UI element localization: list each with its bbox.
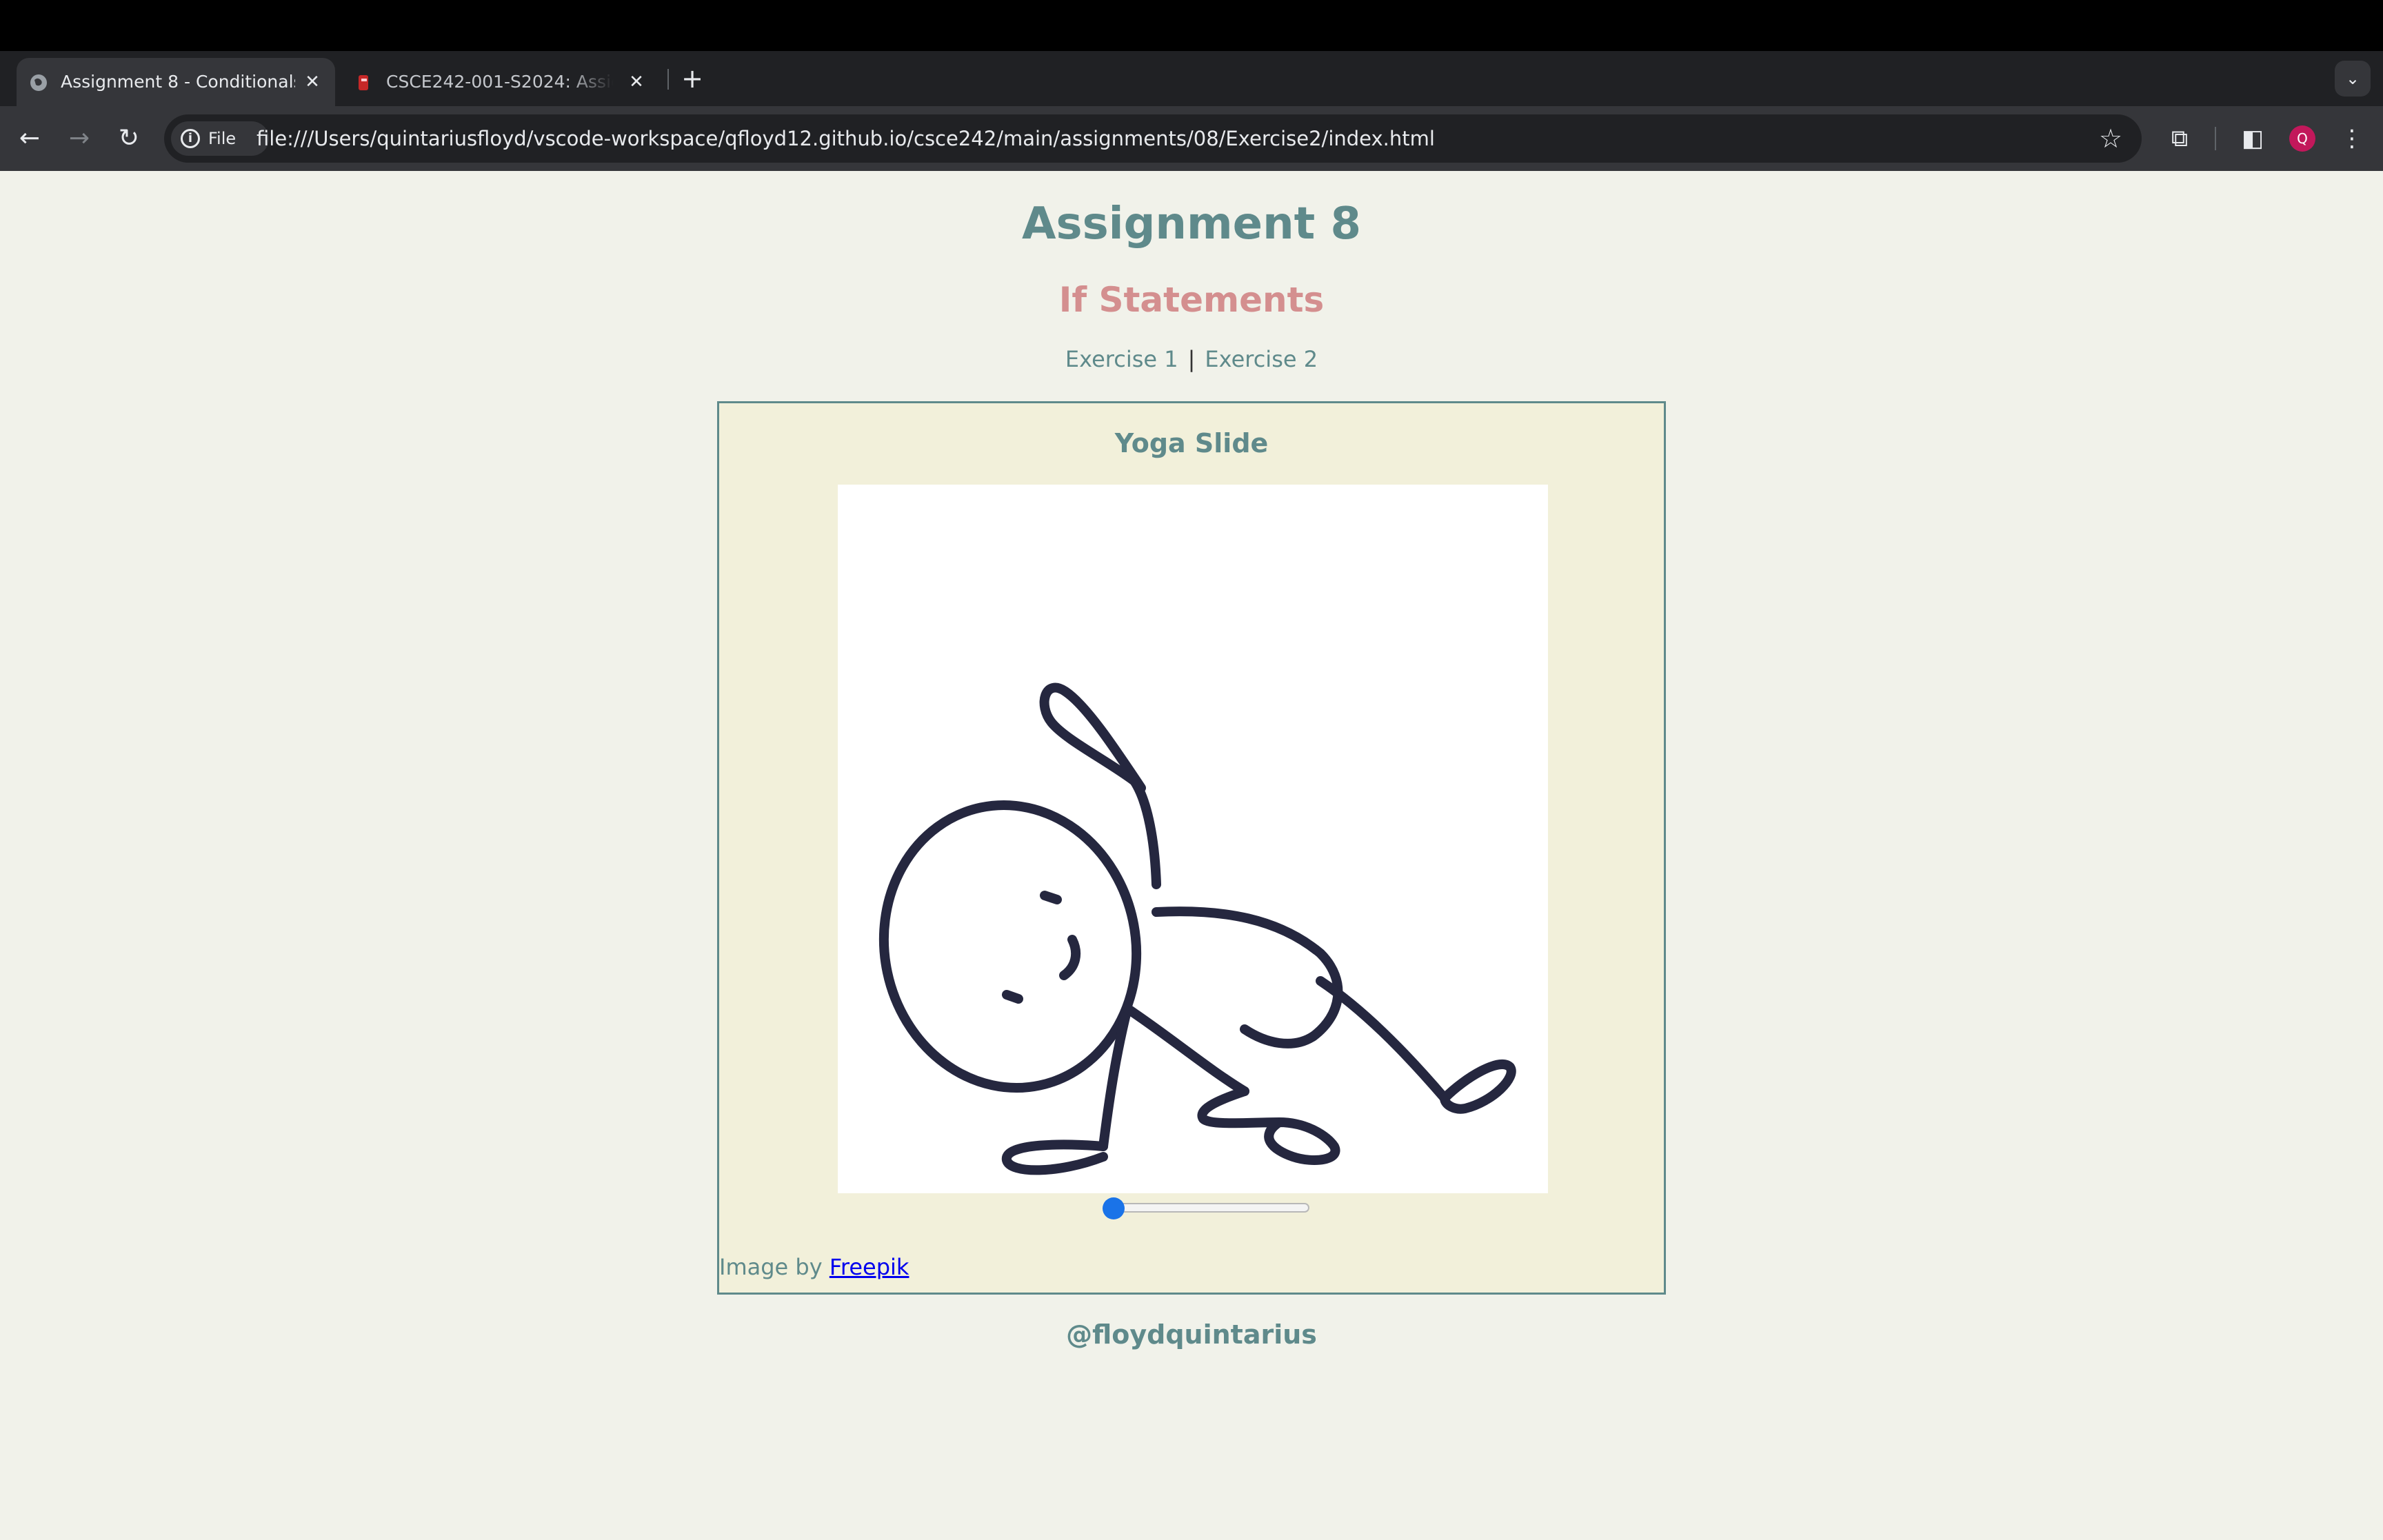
side-panel-icon[interactable]: ◧ xyxy=(2234,120,2271,157)
tab-strip: Assignment 8 - Conditionals ✕ CSCE242-00… xyxy=(0,51,2383,106)
system-top-bar xyxy=(0,0,2383,51)
back-icon[interactable]: ← xyxy=(11,120,48,157)
nav-link-exercise-1[interactable]: Exercise 1 xyxy=(1065,346,1178,372)
nav-link-exercise-2[interactable]: Exercise 2 xyxy=(1205,346,1318,372)
menu-kebab-icon[interactable]: ⋮ xyxy=(2333,120,2371,157)
globe-icon xyxy=(30,74,47,91)
nav-separator: | xyxy=(1187,346,1196,372)
profile-avatar[interactable]: Q xyxy=(2289,125,2315,152)
footer-handle: @floydquintarius xyxy=(1066,1319,1317,1350)
tab-assignment-8[interactable]: Assignment 8 - Conditionals ✕ xyxy=(17,58,335,106)
tab-title: CSCE242-001-S2024: Assignment xyxy=(386,72,614,92)
yoga-slider-thumb[interactable] xyxy=(1103,1197,1125,1219)
toolbar-divider xyxy=(2215,127,2216,150)
stick-figure-yoga-icon xyxy=(878,682,1516,1175)
yoga-slider-track[interactable] xyxy=(1114,1203,1309,1213)
reload-icon[interactable]: ↻ xyxy=(110,120,148,157)
web-page: Assignment 8 If Statements Exercise 1 | Ex… xyxy=(0,171,2383,1540)
tab-title: Assignment 8 - Conditionals xyxy=(61,72,295,92)
site-info-label: File xyxy=(208,129,237,148)
extensions-icon[interactable]: ⧉ xyxy=(2161,120,2198,157)
tab-search-icon[interactable]: ⌄ xyxy=(2335,61,2371,97)
page-title: Assignment 8 xyxy=(1021,199,1362,250)
freepik-link[interactable]: Freepik xyxy=(829,1254,909,1280)
url-text[interactable]: file:///Users/quintariusfloyd/vscode-wor… xyxy=(257,114,2049,163)
close-tab-icon[interactable]: ✕ xyxy=(625,70,648,94)
browser-toolbar: ← → ↻ i File file:///Users/quintariusflo… xyxy=(0,106,2383,171)
close-tab-icon[interactable]: ✕ xyxy=(301,70,324,94)
address-bar[interactable]: i File file:///Users/quintariusfloyd/vsc… xyxy=(164,114,2142,163)
yoga-image xyxy=(838,485,1548,1193)
site-info-chip[interactable]: i File xyxy=(171,121,269,156)
page-subtitle: If Statements xyxy=(1058,280,1325,320)
forward-icon[interactable]: → xyxy=(61,120,98,157)
credit-prefix: Image by xyxy=(719,1254,823,1280)
image-credit: Image by Freepik xyxy=(719,1254,909,1280)
card-title: Yoga Slide xyxy=(1114,428,1269,458)
yoga-slide-card: Yoga Slide Image by Freepik xyxy=(717,401,1666,1295)
info-icon: i xyxy=(181,129,200,148)
tab-csce242[interactable]: CSCE242-001-S2024: Assignment ✕ xyxy=(342,58,659,106)
bookmark-star-icon[interactable]: ☆ xyxy=(2095,123,2126,154)
course-site-icon xyxy=(359,75,368,90)
new-tab-button[interactable]: + xyxy=(677,63,707,94)
exercise-nav: Exercise 1 | Exercise 2 xyxy=(0,346,2383,372)
tab-separator xyxy=(667,69,669,90)
